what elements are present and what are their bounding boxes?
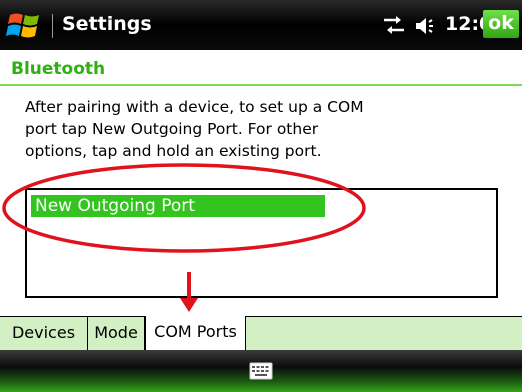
instructions-text: After pairing with a device, to set up a…	[25, 96, 405, 162]
tab-label: COM Ports	[154, 322, 237, 341]
tab-label: Mode	[94, 323, 138, 342]
tab-devices[interactable]: Devices	[0, 316, 88, 350]
tab-label: Devices	[11, 323, 76, 342]
list-item-new-outgoing-port[interactable]: New Outgoing Port	[31, 195, 325, 217]
connectivity-icon[interactable]	[381, 14, 407, 36]
volume-icon[interactable]	[414, 15, 440, 37]
tab-bar: Devices Mode COM Ports	[0, 316, 522, 350]
tab-strip-filler	[246, 316, 522, 350]
instructions-line: After pairing with a device, to set up a…	[25, 98, 364, 116]
window-title: Settings	[62, 13, 152, 35]
windows-start-icon[interactable]	[6, 9, 46, 41]
menu-bar	[0, 350, 522, 392]
title-bar: Settings 12:00 ok	[0, 0, 522, 50]
tab-mode[interactable]: Mode	[88, 316, 145, 350]
com-port-list[interactable]: New Outgoing Port	[25, 188, 498, 298]
screen: Settings 12:00 ok Bluetooth After pairin…	[0, 0, 522, 392]
keyboard-icon[interactable]	[249, 362, 273, 380]
instructions-line: options, tap and hold an existing port.	[25, 142, 322, 160]
tab-com-ports[interactable]: COM Ports	[145, 316, 246, 350]
page-title: Bluetooth	[11, 59, 106, 79]
ok-button[interactable]: ok	[483, 10, 519, 38]
title-separator	[52, 14, 53, 38]
instructions-line: port tap New Outgoing Port. For other	[25, 120, 319, 138]
section-header: Bluetooth	[0, 50, 522, 86]
